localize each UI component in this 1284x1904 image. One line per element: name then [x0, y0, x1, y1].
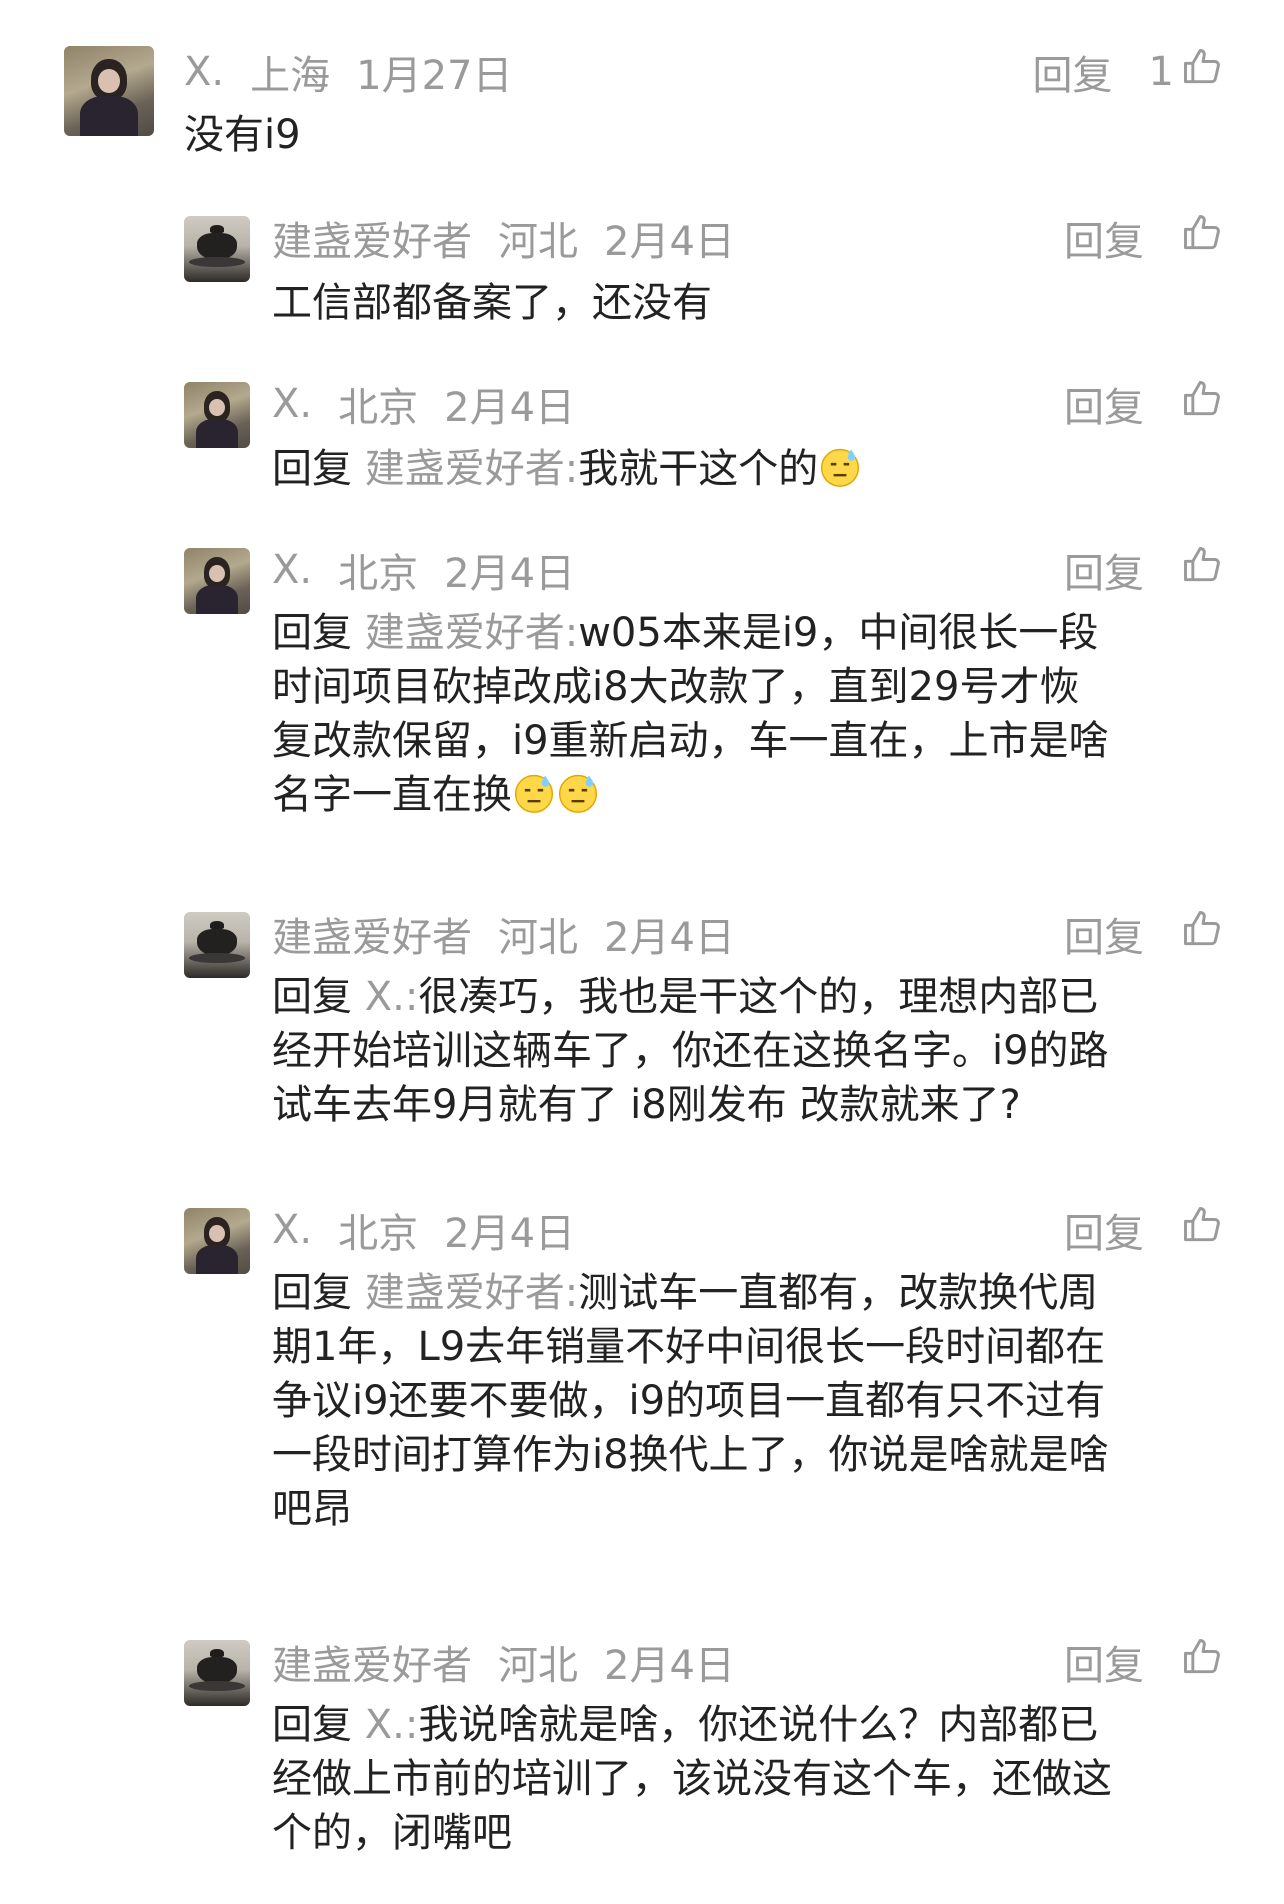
reply-prefix: 回复: [272, 446, 352, 492]
reply-button[interactable]: 回复: [1064, 1633, 1144, 1691]
location: 河北: [498, 219, 578, 265]
avatar[interactable]: [184, 912, 250, 978]
location: 河北: [498, 1643, 578, 1689]
comment-line: w05本来是i9，中间很长一段: [578, 610, 1099, 656]
avatar[interactable]: [184, 1640, 250, 1706]
comment-thread: X. 上海 1月27日 回复 1 没有i9 建盏爱好者 河北 2月4日 回复 工…: [0, 0, 1284, 1904]
username[interactable]: 建盏爱好者: [272, 1633, 472, 1691]
comment-text-body: 我就干这个的: [578, 446, 819, 492]
comment-line: 个的，闭嘴吧: [272, 1810, 512, 1856]
comment-line: 经做上市前的培训了，该说没有这个车，还做这: [272, 1756, 1112, 1802]
username[interactable]: 建盏爱好者: [272, 209, 472, 267]
comment-meta: X. 北京 2月4日: [272, 374, 575, 434]
comment-actions: 回复: [1064, 1632, 1224, 1692]
reply-button[interactable]: 回复: [1064, 375, 1144, 433]
avatar[interactable]: [184, 216, 250, 282]
comment-line: 争议i9还要不要做，i9的项目一直都有只不过有: [272, 1378, 1106, 1424]
comment-date: 2月4日: [444, 385, 576, 431]
comment-meta: 建盏爱好者 河北 2月4日: [272, 208, 735, 268]
avatar[interactable]: [184, 382, 250, 448]
comment-text: 回复 建盏爱好者:测试车一直都有，改款换代周 期1年，L9去年销量不好中间很长一…: [272, 1266, 1232, 1536]
comment-text: 回复 建盏爱好者:w05本来是i9，中间很长一段 时间项目砍掉改成i8大改款了，…: [272, 606, 1232, 822]
thumbs-up-icon[interactable]: [1180, 211, 1224, 265]
comment-meta: X. 北京 2月4日: [272, 1200, 575, 1260]
comment-date: 2月4日: [444, 1211, 576, 1257]
comment-meta: X. 上海 1月27日: [184, 42, 512, 102]
comment-meta: X. 北京 2月4日: [272, 540, 575, 600]
reply-button[interactable]: 回复: [1064, 541, 1144, 599]
comment-date: 2月4日: [604, 915, 735, 961]
comment-actions: 回复: [1064, 374, 1224, 434]
like-count: 1: [1148, 49, 1174, 95]
location: 北京: [338, 1211, 419, 1257]
comment-line: 我说啥就是啥，你还说什么？内部都已: [418, 1702, 1099, 1748]
comment-line: 测试车一直都有，改款换代周: [578, 1270, 1099, 1316]
location: 北京: [338, 385, 419, 431]
reply-target-username[interactable]: X.:: [365, 1702, 419, 1748]
comment-actions: 回复: [1064, 1200, 1224, 1260]
thumbs-up-icon[interactable]: [1180, 543, 1224, 597]
comment-line: 复改款保留，i9重新启动，车一直在，上市是啥: [272, 718, 1109, 764]
location: 上海: [250, 53, 331, 99]
thumbs-up-icon[interactable]: [1180, 377, 1224, 431]
reply-button[interactable]: 回复: [1033, 43, 1113, 101]
reply-button[interactable]: 回复: [1064, 209, 1144, 267]
sweat-emoji-icon: [514, 774, 554, 813]
reply-button[interactable]: 回复: [1064, 1201, 1144, 1259]
comment-line: 很凑巧，我也是干这个的，理想内部已: [418, 974, 1099, 1020]
comment-line: 吧昂: [272, 1486, 352, 1532]
comment-actions: 回复: [1064, 904, 1224, 964]
comment-text: 回复 X.:我说啥就是啥，你还说什么？内部都已 经做上市前的培训了，该说没有这个…: [272, 1698, 1232, 1860]
comment-line: 经开始培训这辆车了，你还在这换名字。i9的路: [272, 1028, 1109, 1074]
username[interactable]: X.: [272, 381, 312, 427]
comment-date: 2月4日: [444, 551, 576, 597]
thumbs-up-icon[interactable]: [1180, 45, 1224, 99]
comment-text: 回复 X.:很凑巧，我也是干这个的，理想内部已 经开始培训这辆车了，你还在这换名…: [272, 970, 1232, 1132]
sweat-emoji-icon: [558, 774, 598, 813]
comment-meta: 建盏爱好者 河北 2月4日: [272, 904, 735, 964]
comment-actions: 回复: [1064, 208, 1224, 268]
comment-text: 工信部都备案了，还没有: [272, 280, 712, 326]
comment-date: 2月4日: [604, 219, 735, 265]
thumbs-up-icon[interactable]: [1180, 1203, 1224, 1257]
location: 河北: [498, 915, 578, 961]
reply-prefix: 回复: [272, 1702, 352, 1748]
username[interactable]: X.: [184, 49, 224, 95]
reply-target-username[interactable]: X.:: [365, 974, 419, 1020]
thumbs-up-icon[interactable]: [1180, 907, 1224, 961]
username[interactable]: X.: [272, 1207, 312, 1253]
username[interactable]: X.: [272, 547, 312, 593]
comment-date: 1月27日: [356, 53, 513, 99]
comment-line: 期1年，L9去年销量不好中间很长一段时间都在: [272, 1324, 1106, 1370]
reply-target-username[interactable]: 建盏爱好者:: [365, 446, 578, 492]
thumbs-up-icon[interactable]: [1180, 1635, 1224, 1689]
comment-date: 2月4日: [604, 1643, 735, 1689]
comment-line: 时间项目砍掉改成i8大改款了，直到29号才恢: [272, 664, 1080, 710]
reply-prefix: 回复: [272, 610, 352, 656]
reply-prefix: 回复: [272, 1270, 352, 1316]
comment-line: 名字一直在换: [272, 772, 512, 818]
comment-line: 试车去年9月就有了 i8刚发布 改款就来了?: [272, 1082, 1021, 1128]
comment-actions: 回复 1: [1033, 42, 1224, 102]
reply-button[interactable]: 回复: [1064, 905, 1144, 963]
comment-text: 没有i9: [184, 112, 301, 158]
location: 北京: [338, 551, 419, 597]
comment-line: 一段时间打算作为i8换代上了，你说是啥就是啥: [272, 1432, 1109, 1478]
username[interactable]: 建盏爱好者: [272, 905, 472, 963]
reply-prefix: 回复: [272, 974, 352, 1020]
avatar[interactable]: [184, 548, 250, 614]
reply-target-username[interactable]: 建盏爱好者:: [365, 610, 578, 656]
comment-text: 回复 建盏爱好者:我就干这个的: [272, 442, 862, 496]
avatar[interactable]: [184, 1208, 250, 1274]
avatar[interactable]: [64, 46, 154, 136]
sweat-emoji-icon: [821, 448, 860, 487]
comment-meta: 建盏爱好者 河北 2月4日: [272, 1632, 735, 1692]
comment-actions: 回复: [1064, 540, 1224, 600]
reply-target-username[interactable]: 建盏爱好者:: [365, 1270, 578, 1316]
